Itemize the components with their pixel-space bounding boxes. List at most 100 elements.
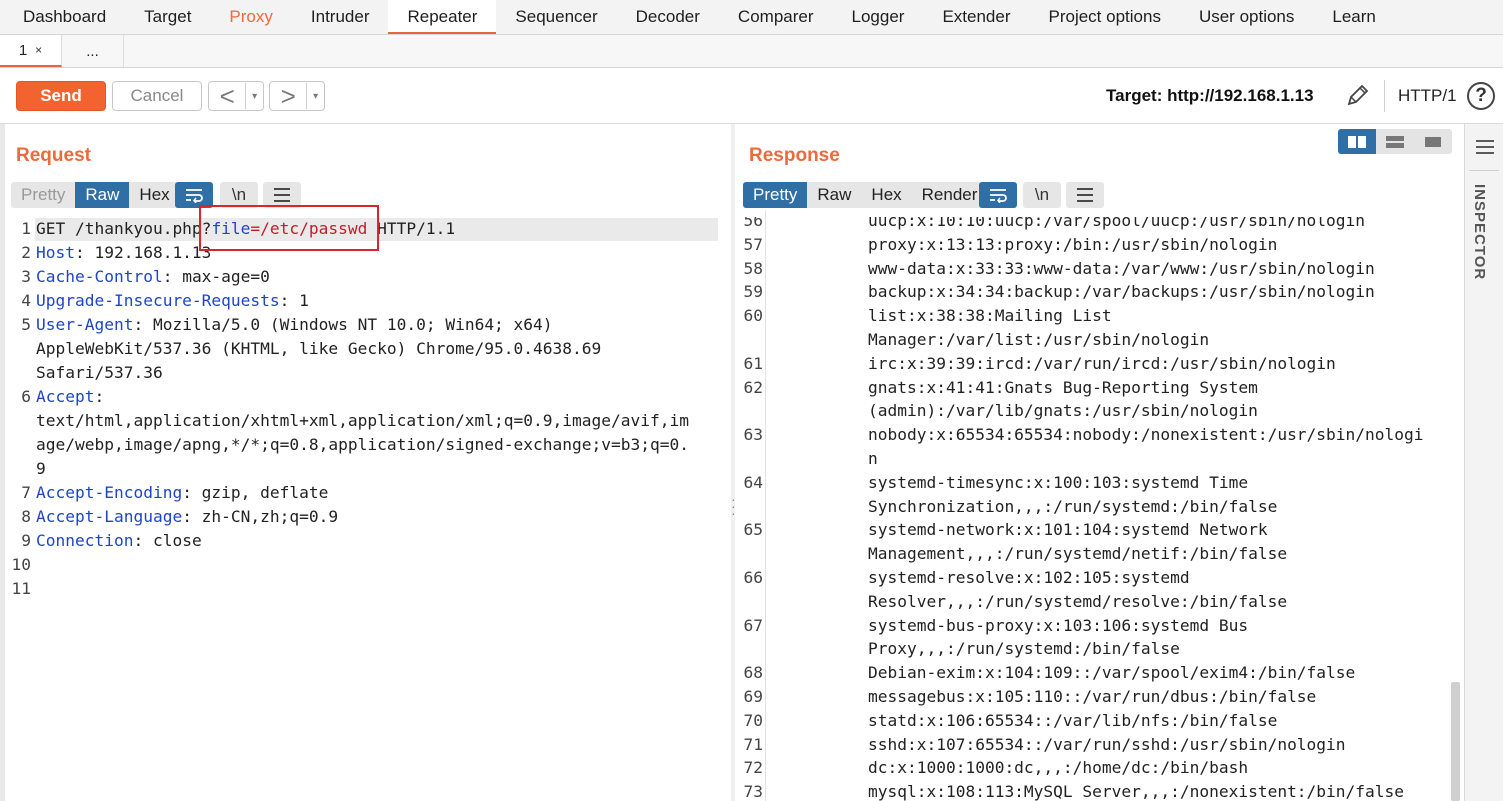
response-line: systemd-network:x:101:104:systemd Networ… (868, 520, 1268, 540)
http-version-toggle[interactable]: HTTP/1 (1398, 86, 1457, 106)
side-by-side-layout-icon[interactable] (1338, 129, 1376, 154)
header-name: Accept-Encoding (36, 483, 183, 502)
close-icon[interactable]: × (35, 43, 42, 57)
line-number: 2 (21, 243, 31, 262)
request-method-path: GET /thankyou.php? (36, 219, 212, 238)
line-number: 61 (743, 353, 764, 373)
response-line: messagebus:x:105:110::/var/run/dbus:/bin… (868, 687, 1317, 706)
repeater-session-tabs: 1 × ... (0, 35, 1503, 68)
hamburger-menu-icon[interactable] (1475, 139, 1495, 155)
forward-arrow-icon: > (270, 83, 308, 109)
response-view-pretty[interactable]: Pretty (743, 182, 808, 208)
tab-decoder[interactable]: Decoder (617, 0, 719, 34)
header-line: Cache-Control: max-age=0 (36, 265, 270, 289)
response-line: systemd-timesync:x:100:103:systemd Time (868, 472, 1249, 492)
show-newlines-button[interactable]: \n (1023, 182, 1061, 208)
tab-comparer[interactable]: Comparer (719, 0, 833, 34)
line-number: 9 (21, 531, 31, 550)
header-name: Upgrade-Insecure-Requests (36, 291, 280, 310)
response-line: backup:x:34:34:backup:/var/backups:/usr/… (868, 282, 1375, 302)
response-line: Synchronization,,,:/run/systemd:/bin/fal… (868, 496, 1278, 516)
header-value: : 1 (279, 291, 309, 310)
response-line: Debian-exim:x:104:109::/var/spool/exim4:… (868, 663, 1356, 683)
panel-splitter[interactable] (731, 124, 735, 801)
tab-repeater[interactable]: Repeater (388, 0, 497, 34)
header-line: Accept-Encoding: gzip, deflate (36, 481, 328, 505)
cancel-button[interactable]: Cancel (112, 81, 202, 111)
response-line: Management,,,:/run/systemd/netif:/bin/fa… (868, 544, 1288, 564)
history-back-button[interactable]: < ▾ (208, 81, 264, 111)
response-line: Resolver,,,:/run/systemd/resolve:/bin/fa… (868, 591, 1288, 611)
request-view-hex[interactable]: Hex (129, 182, 179, 208)
tab-target[interactable]: Target (125, 0, 210, 34)
stacked-layout-icon[interactable] (1376, 129, 1414, 154)
tab-project-options[interactable]: Project options (1030, 0, 1180, 34)
header-name: Cache-Control (36, 267, 163, 286)
line-number: 69 (743, 687, 764, 706)
header-name: Accept (36, 387, 95, 406)
response-view-render[interactable]: Render (912, 182, 988, 208)
response-view-selector: Pretty Raw Hex Render (743, 182, 988, 208)
header-line: User-Agent: Mozilla/5.0 (Windows NT 10.0… (36, 313, 553, 337)
request-text: GET /thankyou.php?file=/etc/passwd HTTP/… (36, 217, 726, 801)
new-session-tab[interactable]: ... (62, 35, 124, 67)
tab-intruder[interactable]: Intruder (292, 0, 389, 34)
request-view-selector: Pretty Raw Hex (11, 182, 180, 208)
send-button[interactable]: Send (16, 81, 106, 111)
toolbar-divider (1384, 80, 1385, 112)
line-number: 72 (743, 758, 764, 778)
request-line-numbers: 1 2 3 4 5 6 7 8 9 10 11 (5, 217, 33, 801)
help-icon[interactable]: ? (1467, 82, 1495, 110)
session-tab-1[interactable]: 1 × (0, 35, 62, 67)
response-line: systemd-bus-proxy:x:103:106:systemd Bus (868, 615, 1249, 635)
tab-learn[interactable]: Learn (1313, 0, 1394, 34)
annotation-highlight-box (199, 205, 379, 251)
header-name: User-Agent (36, 315, 134, 334)
header-colon: : (94, 387, 105, 406)
header-value: : max-age=0 (162, 267, 270, 286)
tabbed-layout-icon[interactable] (1414, 129, 1452, 154)
response-line: Proxy,,,:/run/systemd:/bin/false (868, 639, 1180, 659)
request-view-pretty[interactable]: Pretty (11, 182, 75, 208)
tab-user-options[interactable]: User options (1180, 0, 1313, 34)
inspector-divider (1469, 170, 1499, 171)
request-title: Request (16, 145, 91, 166)
inspector-sidebar[interactable]: INSPECTOR (1464, 124, 1503, 801)
tab-dashboard[interactable]: Dashboard (4, 0, 125, 34)
tab-sequencer[interactable]: Sequencer (496, 0, 616, 34)
drag-handle-icon[interactable]: · · · (731, 492, 736, 520)
response-view-hex[interactable]: Hex (861, 182, 911, 208)
header-value: : zh-CN,zh;q=0.9 (182, 507, 339, 526)
layout-toggle (1338, 129, 1452, 154)
request-view-raw[interactable]: Raw (75, 182, 130, 208)
header-value: : Mozilla/5.0 (Windows NT 10.0; Win64; x… (133, 315, 553, 334)
tab-extender[interactable]: Extender (923, 0, 1029, 34)
chevron-down-icon[interactable]: ▾ (246, 91, 263, 102)
inspector-label[interactable]: INSPECTOR (1471, 184, 1488, 280)
response-line: irc:x:39:39:ircd:/var/run/ircd:/usr/sbin… (868, 353, 1336, 373)
history-forward-button[interactable]: > ▾ (269, 81, 325, 111)
header-name: Host (36, 243, 75, 262)
header-continuation: text/html,application/xhtml+xml,applicat… (36, 411, 689, 430)
request-editor[interactable]: 1 2 3 4 5 6 7 8 9 10 11 GET /thankyou.php?file=/et… (5, 217, 730, 801)
response-line: statd:x:106:65534::/var/lib/nfs:/bin/fal… (868, 710, 1278, 730)
header-line: Connection: close (36, 529, 202, 553)
response-line: www-data:x:33:33:www-data:/var/www:/usr/… (868, 258, 1375, 278)
line-number: 58 (743, 258, 764, 278)
response-line: Manager:/var/list:/usr/sbin/nologin (868, 330, 1210, 349)
response-line: dc:x:1000:1000:dc,,,:/home/dc:/bin/bash (868, 758, 1249, 778)
line-number: 1 (21, 219, 31, 238)
word-wrap-icon[interactable] (979, 182, 1017, 208)
pencil-icon[interactable] (1345, 82, 1371, 108)
line-number: 65 (743, 520, 764, 540)
header-line: Upgrade-Insecure-Requests: 1 (36, 289, 309, 313)
response-scrollbar[interactable] (1451, 682, 1460, 801)
hamburger-menu-icon[interactable] (1066, 182, 1104, 208)
line-number: 10 (11, 555, 32, 574)
response-editor[interactable]: 56 57 58 59 60 61 62 63 64 65 66 67 68 69 70 71 72 73 uuc… (737, 217, 1457, 801)
response-view-raw[interactable]: Raw (807, 182, 861, 208)
tab-proxy[interactable]: Proxy (210, 0, 291, 34)
tab-logger[interactable]: Logger (833, 0, 924, 34)
line-number: 59 (743, 282, 764, 302)
chevron-down-icon[interactable]: ▾ (307, 91, 324, 102)
